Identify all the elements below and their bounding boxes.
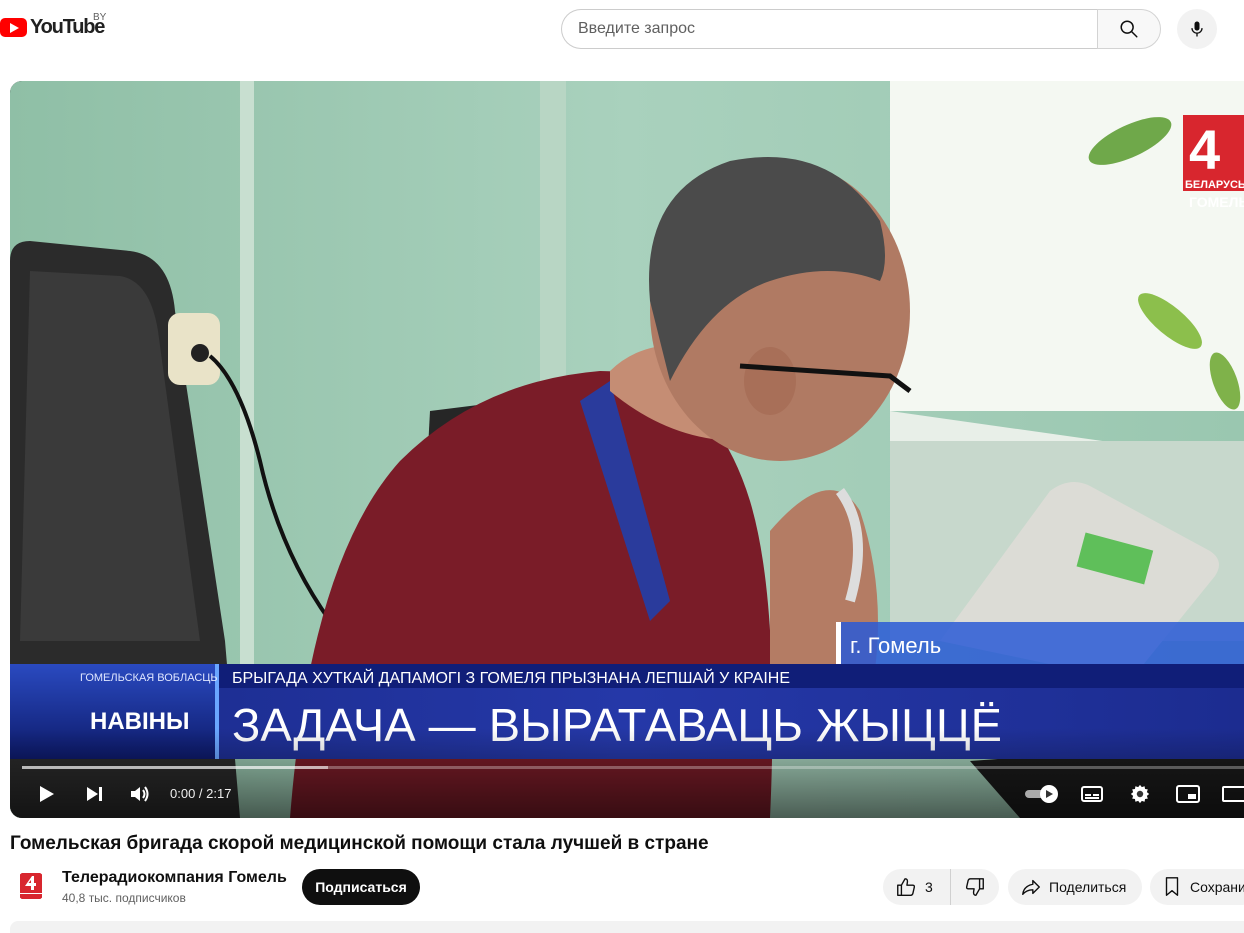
country-code: BY [93, 12, 107, 23]
save-label: Сохрани [1190, 879, 1244, 895]
channel-bug-city: ГОМЕЛЬ [1189, 194, 1244, 210]
search-input[interactable] [561, 9, 1098, 49]
search-box [561, 9, 1161, 49]
subtitles-button[interactable] [1078, 780, 1106, 808]
play-button[interactable] [32, 780, 60, 808]
theater-mode-icon [1222, 786, 1244, 802]
description-box-edge [10, 921, 1244, 933]
subscriber-count: 40,8 тыс. подписчиков [62, 891, 186, 905]
progress-bar[interactable] [22, 766, 1244, 769]
mute-button[interactable] [126, 780, 154, 808]
bookmark-icon [1165, 877, 1179, 896]
theater-mode-button[interactable] [1220, 780, 1244, 808]
autoplay-toggle[interactable] [1022, 780, 1062, 808]
dislike-button[interactable] [951, 869, 999, 905]
thumbs-up-icon [897, 878, 916, 896]
microphone-icon [1191, 21, 1203, 37]
search-button[interactable] [1097, 9, 1161, 49]
share-label: Поделиться [1049, 879, 1127, 895]
like-button[interactable]: 3 [883, 869, 951, 905]
thumbs-down-icon [965, 878, 984, 896]
miniplayer-icon [1176, 785, 1200, 803]
channel-avatar[interactable] [15, 870, 47, 902]
location-caption: г. Гомель [850, 633, 941, 658]
autoplay-toggle-icon [1025, 785, 1058, 803]
volume-icon [131, 786, 149, 802]
news-subtitle: БРЫГАДА ХУТКАЙ ДАПАМОГІ З ГОМЕЛЯ ПРЫЗНАН… [232, 668, 790, 687]
play-icon [40, 786, 54, 802]
video-player[interactable]: г. Гомель ГОМЕЛЬСКАЯ ВОБЛАСЦЬ НАВІНЫ БРЫ… [10, 81, 1244, 818]
youtube-logo[interactable]: YouTube BY [0, 12, 106, 39]
time-display: 0:00 / 2:17 [170, 786, 232, 801]
video-title: Гомельская бригада скорой медицинской по… [10, 833, 709, 854]
top-bar: YouTube BY [0, 0, 1244, 56]
region-label: ГОМЕЛЬСКАЯ ВОБЛАСЦЬ [80, 672, 218, 684]
subtitles-icon [1081, 786, 1103, 802]
subscribe-button[interactable]: Подписаться [302, 869, 420, 905]
next-button[interactable] [80, 780, 108, 808]
next-icon [87, 787, 102, 801]
channel-avatar-logo-icon [15, 870, 47, 902]
buffered-range [22, 766, 328, 769]
voice-search-button[interactable] [1177, 9, 1217, 49]
channel-4-logo: 4 БЕЛАРУСЬ ГОМЕЛЬ [1183, 115, 1244, 210]
like-count: 3 [925, 879, 933, 895]
like-dislike-group: 3 [883, 869, 999, 905]
gear-icon [1130, 784, 1150, 804]
miniplayer-button[interactable] [1174, 780, 1202, 808]
video-frame: г. Гомель ГОМЕЛЬСКАЯ ВОБЛАСЦЬ НАВІНЫ БРЫ… [10, 81, 1244, 818]
search-icon [1120, 20, 1138, 38]
settings-button[interactable] [1126, 780, 1154, 808]
share-icon [1022, 879, 1040, 896]
channel-bug-country: БЕЛАРУСЬ [1185, 179, 1244, 191]
channel-name[interactable]: Телерадиокомпания Гомель [62, 869, 287, 887]
channel-bug-number: 4 [1189, 118, 1220, 181]
youtube-play-logo-icon [0, 18, 27, 37]
save-button[interactable]: Сохрани [1150, 869, 1244, 905]
share-button[interactable]: Поделиться [1008, 869, 1142, 905]
